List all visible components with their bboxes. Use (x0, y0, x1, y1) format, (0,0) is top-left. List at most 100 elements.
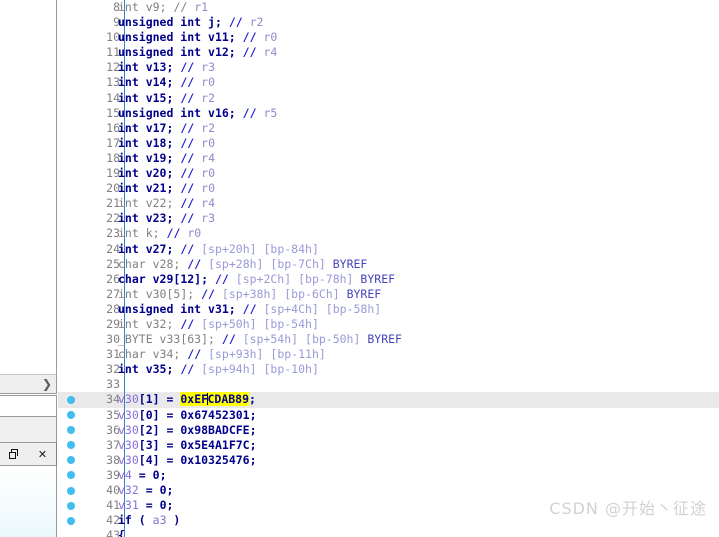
code-line[interactable]: 19 int v20; // r0 (58, 166, 719, 182)
code-text[interactable]: char v28; // [sp+28h] [bp-7Ch] BYREF (118, 257, 367, 272)
line-number: 9 (113, 15, 120, 30)
code-text[interactable]: v30[3] = 0x5E4A1F7C; (118, 438, 257, 453)
code-line[interactable]: 9 unsigned int j; // r2 (58, 15, 719, 31)
code-text[interactable]: unsigned int v31; // [sp+4Ch] [bp-58h] (118, 302, 381, 317)
breakpoint-marker[interactable] (67, 471, 75, 480)
code-line[interactable]: 24 int v27; // [sp+20h] [bp-84h] (58, 241, 719, 257)
code-text[interactable]: int v14; // r0 (118, 75, 215, 90)
breakpoint-marker[interactable] (67, 395, 75, 404)
pseudocode-editor[interactable]: 8 int v9; // r1 9 unsigned int j; // r2 10 un… (58, 0, 719, 537)
line-number: 20 (106, 181, 120, 196)
code-text[interactable]: v4 = 0; (118, 468, 167, 483)
code-text[interactable]: v30[1] = 0xEFCDAB89; (118, 392, 256, 407)
code-line[interactable]: 17 int v18; // r0 (58, 135, 719, 151)
code-text[interactable]: unsigned int v11; // r0 (118, 30, 277, 45)
code-text[interactable]: char v29[12]; // [sp+2Ch] [bp-78h] BYREF (118, 272, 395, 287)
code-text[interactable]: int v30[5]; // [sp+38h] [bp-6Ch] BYREF (118, 287, 381, 302)
code-line[interactable]: 36 v30[2] = 0x98BADCFE; (58, 422, 719, 438)
code-line[interactable]: 29 int v32; // [sp+50h] [bp-54h] (58, 316, 719, 333)
code-text[interactable]: int k; // r0 (118, 226, 201, 241)
left-panel-content-area (0, 0, 57, 374)
line-number: 32 (106, 362, 120, 377)
code-line[interactable]: 13 int v14; // r0 (58, 75, 719, 91)
expand-panel-bar[interactable]: ❯ (0, 374, 57, 394)
code-line[interactable]: 38 v30[4] = 0x10325476; (58, 452, 719, 468)
code-line[interactable]: 37 v30[3] = 0x5E4A1F7C; (58, 437, 719, 453)
breakpoint-marker[interactable] (67, 516, 75, 525)
left-side-panel: ❯ ✕ (0, 0, 58, 537)
line-number: 10 (106, 30, 120, 45)
code-text[interactable]: int v20; // r0 (118, 166, 215, 181)
code-text[interactable]: int v18; // r0 (118, 136, 215, 151)
code-line[interactable]: 21 int v22; // r4 (58, 196, 719, 212)
line-number: 8 (113, 0, 120, 14)
close-icon[interactable]: ✕ (38, 449, 47, 460)
code-line[interactable]: 11 unsigned int v12; // r4 (58, 45, 719, 61)
code-line[interactable]: 28 unsigned int v31; // [sp+4Ch] [bp-58h] (58, 301, 719, 317)
breakpoint-marker[interactable] (67, 456, 75, 465)
code-line[interactable]: 33 (58, 377, 719, 393)
code-line[interactable]: 32 int v35; // [sp+94h] [bp-10h] (58, 362, 719, 378)
code-text[interactable]: int v22; // r4 (118, 196, 215, 211)
breakpoint-marker[interactable] (67, 501, 75, 510)
code-line[interactable]: 25 char v28; // [sp+28h] [bp-7Ch] BYREF (58, 256, 719, 272)
code-line[interactable]: 15 unsigned int v16; // r5 (58, 105, 719, 121)
code-text[interactable]: int v9; // r1 (118, 0, 208, 15)
code-text[interactable]: unsigned int v12; // r4 (118, 45, 277, 60)
line-number: 13 (106, 75, 120, 90)
code-text[interactable]: v30[4] = 0x10325476; (118, 453, 257, 468)
code-text[interactable]: { (118, 528, 125, 537)
line-number: 12 (106, 60, 120, 75)
breakpoint-marker[interactable] (67, 411, 75, 420)
code-text[interactable]: unsigned int v16; // r5 (118, 106, 277, 121)
code-text[interactable]: int v15; // r2 (118, 91, 215, 106)
line-number: 30 (106, 332, 120, 347)
code-text[interactable]: int v32; // [sp+50h] [bp-54h] (118, 317, 319, 332)
code-line[interactable]: 22 int v23; // r3 (58, 211, 719, 227)
code-text[interactable]: int v23; // r3 (118, 211, 215, 226)
code-text[interactable]: v31 = 0; (118, 498, 173, 513)
code-line[interactable]: 31 char v34; // [sp+93h] [bp-11h] (58, 347, 719, 363)
code-text[interactable]: int v35; // [sp+94h] [bp-10h] (118, 362, 319, 377)
line-number: 29 (106, 316, 120, 331)
code-line[interactable]: 34 v30[1] = 0xEFCDAB89; (58, 392, 719, 408)
code-text[interactable]: if ( a3 ) (118, 513, 180, 528)
chevron-right-icon[interactable]: ❯ (42, 378, 56, 390)
line-number: 37 (106, 437, 120, 452)
code-line[interactable]: 8 int v9; // r1 (58, 0, 719, 16)
code-text[interactable]: v30[2] = 0x98BADCFE; (118, 423, 257, 438)
code-line[interactable]: 18 int v19; // r4 (58, 150, 719, 167)
code-text[interactable]: int v17; // r2 (118, 121, 215, 136)
code-text[interactable]: _BYTE v33[63]; // [sp+54h] [bp-50h] BYRE… (118, 332, 402, 347)
code-text[interactable]: char v34; // [sp+93h] [bp-11h] (118, 347, 326, 362)
code-line[interactable]: 16 int v17; // r2 (58, 120, 719, 136)
code-text[interactable]: unsigned int j; // r2 (118, 15, 263, 30)
breakpoint-marker[interactable] (67, 441, 75, 450)
code-line[interactable]: 20 int v21; // r0 (58, 181, 719, 197)
code-line[interactable]: 35 v30[0] = 0x67452301; (58, 407, 719, 423)
line-number: 36 (106, 422, 120, 437)
code-line[interactable]: 30 _BYTE v33[63]; // [sp+54h] [bp-50h] BY… (58, 332, 719, 348)
code-line[interactable]: 27 int v30[5]; // [sp+38h] [bp-6Ch] BYREF (58, 286, 719, 302)
code-line[interactable]: 43{ (58, 528, 719, 537)
code-line[interactable]: 23 int k; // r0 (58, 226, 719, 242)
left-panel-input[interactable] (0, 395, 57, 417)
code-text[interactable]: int v19; // r4 (118, 151, 215, 166)
restore-window-icon[interactable] (8, 448, 20, 460)
breakpoint-marker[interactable] (67, 426, 75, 435)
line-number: 27 (106, 286, 120, 301)
line-number: 21 (106, 196, 120, 211)
code-line[interactable]: 39 v4 = 0; (58, 467, 719, 483)
code-text[interactable]: int v27; // [sp+20h] [bp-84h] (118, 242, 319, 257)
code-text[interactable]: v30[0] = 0x67452301; (118, 408, 257, 423)
line-number: 40 (106, 483, 120, 497)
code-line[interactable]: 10 unsigned int v11; // r0 (58, 30, 719, 46)
line-number: 16 (106, 120, 120, 135)
breakpoint-marker[interactable] (67, 486, 75, 495)
code-line[interactable]: 26 char v29[12]; // [sp+2Ch] [bp-78h] BYR… (58, 271, 719, 287)
code-line[interactable]: 12 int v13; // r3 (58, 60, 719, 76)
code-text[interactable]: v32 = 0; (118, 483, 173, 498)
code-text[interactable]: int v13; // r3 (118, 60, 215, 75)
code-line[interactable]: 14 int v15; // r2 (58, 90, 719, 106)
code-text[interactable]: int v21; // r0 (118, 181, 215, 196)
